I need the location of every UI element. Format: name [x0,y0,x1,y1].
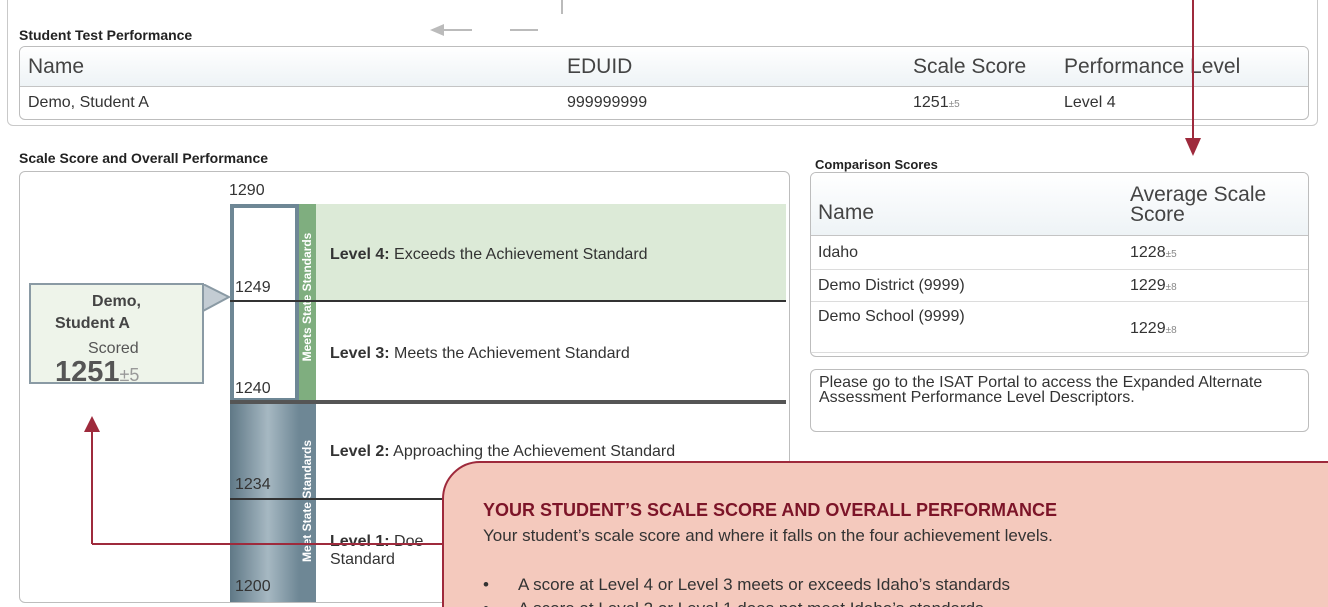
eduid-cell: 999999999 [567,94,648,111]
scale-score-cell: 1251±5 [913,94,960,111]
meets-standards-band: Meets State Standards [299,204,316,402]
table-header: Name Average Scale Score [811,173,1308,236]
student-test-performance-table: Name EDUID Scale Score Performance Level… [19,46,1309,120]
isat-portal-note: Please go to the ISAT Portal to access t… [810,369,1309,432]
level-separator-4-3 [230,300,786,302]
table-header: Name EDUID Scale Score Performance Level [20,47,1308,87]
overlay-bullet-2: •A score at Level 2 or Level 1 does not … [483,599,984,607]
table-row: Demo District (9999) 1229±8 [811,270,1308,302]
performance-level-cell: Level 4 [1064,94,1116,111]
explanation-overlay: YOUR STUDENT’S SCALE SCORE AND OVERALL P… [442,461,1328,607]
callout-pointer-icon [203,284,232,313]
student-score-callout: Demo, Student A Scored 1251±5 [29,283,204,388]
scale-score-panel-label: Scale Score and Overall Performance [19,150,269,166]
column-header-name: Name [28,55,85,78]
overlay-title: YOUR STUDENT’S SCALE SCORE AND OVERALL P… [483,500,1058,520]
overlay-bullet-1: • A score at Level 4 or Level 3 meets or … [483,575,1011,594]
comparison-name-cell: Idaho [818,244,859,261]
table-row: Demo, Student A 999999999 1251±5 Level 4 [20,87,1308,119]
column-header-performance-level: Performance Level [1064,55,1241,78]
elbow-arrow-icon [84,416,448,545]
column-header-name: Name [818,201,875,224]
level-3-label: Level 3: Meets the Achievement Standard [330,345,630,362]
scale-mark-1249: 1249 [235,279,271,296]
scale-mark-1200: 1200 [235,578,271,595]
comparison-score-cell: 1229±8 [1130,277,1177,294]
column-header-eduid: EDUID [567,55,633,78]
comparison-name-cell: Demo District (9999) [818,277,965,294]
comparison-scores-table: Name Average Scale Score Idaho 1228±5 De… [810,172,1309,357]
callout-name-line2: Student A [55,315,130,332]
level-4-label: Level 4: Exceeds the Achievement Standar… [330,246,648,263]
comparison-score-cell: 1228±5 [1130,244,1177,261]
student-name-cell: Demo, Student A [28,94,149,111]
table-row: Demo School (9999) 1229±8 [811,302,1308,353]
scale-mark-1240: 1240 [235,380,271,397]
callout-name-line1: Demo, [92,293,141,310]
table-row: Idaho 1228±5 [811,236,1308,270]
meets-standards-band-label: Meets State Standards [300,232,314,362]
scale-mark-1290: 1290 [229,182,265,199]
callout-score-value: 1251±5 [55,356,140,388]
column-header-scale-score: Scale Score [913,55,1027,78]
comparison-score-cell: 1229±8 [1130,320,1177,337]
column-header-average-scale-score: Average Scale Score [1130,183,1267,226]
comparison-scores-label: Comparison Scores [815,157,938,172]
comparison-name-cell: Demo School (9999) [818,308,965,325]
pointer-down-arrow-icon [1185,0,1201,156]
overlay-subtitle: Your student’s scale score and where it … [483,526,1053,545]
level-separator-3-2 [230,400,786,404]
scale-bar-upper [230,204,299,402]
student-test-performance-label: Student Test Performance [19,27,193,43]
level-1-label-line2: Standard [330,551,395,568]
gray-left-arrow-icon [430,0,563,36]
